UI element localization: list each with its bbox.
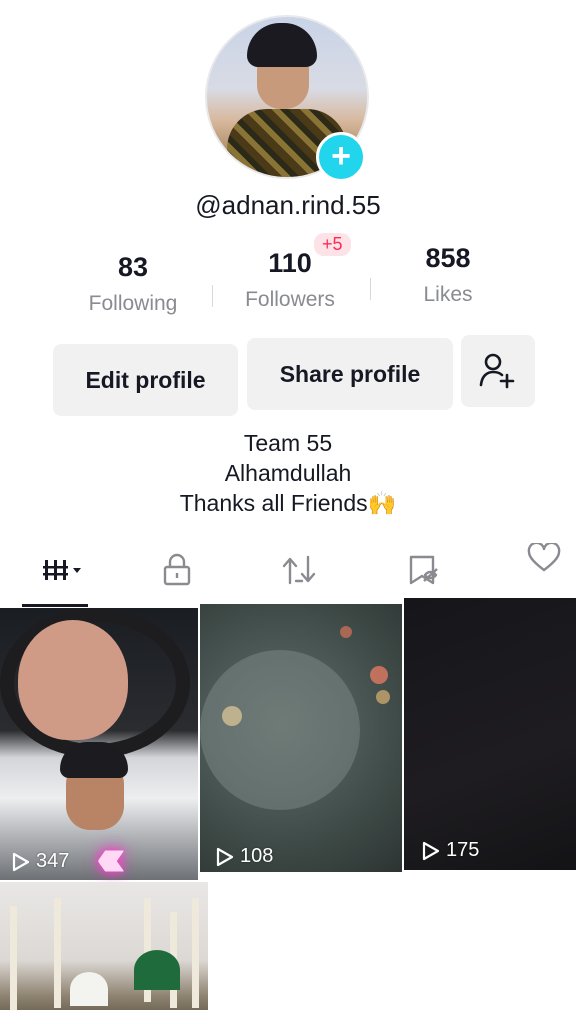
white-dome: [70, 972, 108, 1006]
thumbnail-hair: [60, 742, 128, 778]
stat-likes[interactable]: 858 Likes: [378, 241, 518, 309]
bio-line: Alhamdullah: [224, 460, 352, 486]
video-thumbnail[interactable]: [404, 598, 576, 870]
stat-divider: [370, 278, 371, 300]
thumbnail-face: [18, 620, 128, 740]
stat-divider: [212, 285, 213, 307]
tab-private[interactable]: [147, 545, 207, 595]
minaret: [54, 898, 61, 1008]
play-icon: [12, 852, 30, 871]
neon-arrows-graphic: ‹‹‹: [96, 827, 126, 887]
avatar-hair: [247, 23, 317, 67]
edit-profile-button[interactable]: Edit profile: [53, 344, 238, 416]
followers-label: Followers: [245, 288, 335, 311]
following-count: 83: [117, 252, 149, 282]
new-followers-badge: +5: [314, 233, 351, 256]
username: @adnan.rind.55: [195, 190, 381, 220]
green-dome: [134, 950, 180, 990]
tab-favorites[interactable]: [393, 545, 453, 595]
minaret: [10, 906, 17, 1010]
play-icon: [422, 841, 440, 860]
blurred-shape: [200, 650, 360, 810]
view-count-value: 347: [36, 850, 70, 872]
play-icon: [216, 847, 234, 866]
add-friends-button[interactable]: [461, 335, 535, 407]
following-label: Following: [88, 292, 178, 315]
tab-reposts[interactable]: [269, 545, 329, 595]
stat-followers[interactable]: 110 Followers: [220, 246, 360, 314]
lock-icon: [163, 553, 191, 586]
tab-videos[interactable]: [26, 545, 92, 595]
repost-icon: [282, 555, 316, 585]
bokeh-light: [370, 666, 388, 684]
view-count-value: 175: [446, 839, 480, 861]
likes-count: 858: [425, 243, 471, 273]
view-count: 108: [216, 845, 273, 868]
saved-icon: [409, 555, 438, 585]
active-tab-indicator: [22, 604, 88, 607]
add-user-icon: [479, 353, 515, 389]
share-profile-button[interactable]: Share profile: [247, 338, 453, 410]
tab-liked[interactable]: [514, 533, 574, 583]
bottom-navigation-bar[interactable]: [0, 1010, 576, 1024]
bokeh-light: [340, 626, 352, 638]
view-count: 175: [422, 839, 479, 862]
minaret: [192, 898, 199, 1008]
add-avatar-button[interactable]: +: [316, 132, 366, 182]
stat-following[interactable]: 83 Following: [63, 250, 203, 318]
bio-line: Thanks all Friends🙌: [179, 490, 397, 516]
videos-grid-icon: [43, 560, 81, 580]
view-count-value: 108: [240, 845, 274, 867]
heart-icon: [527, 543, 561, 572]
bio-line: Team 55: [243, 430, 333, 456]
bokeh-light: [376, 690, 390, 704]
view-count: 347: [12, 850, 69, 873]
likes-label: Likes: [423, 283, 473, 306]
